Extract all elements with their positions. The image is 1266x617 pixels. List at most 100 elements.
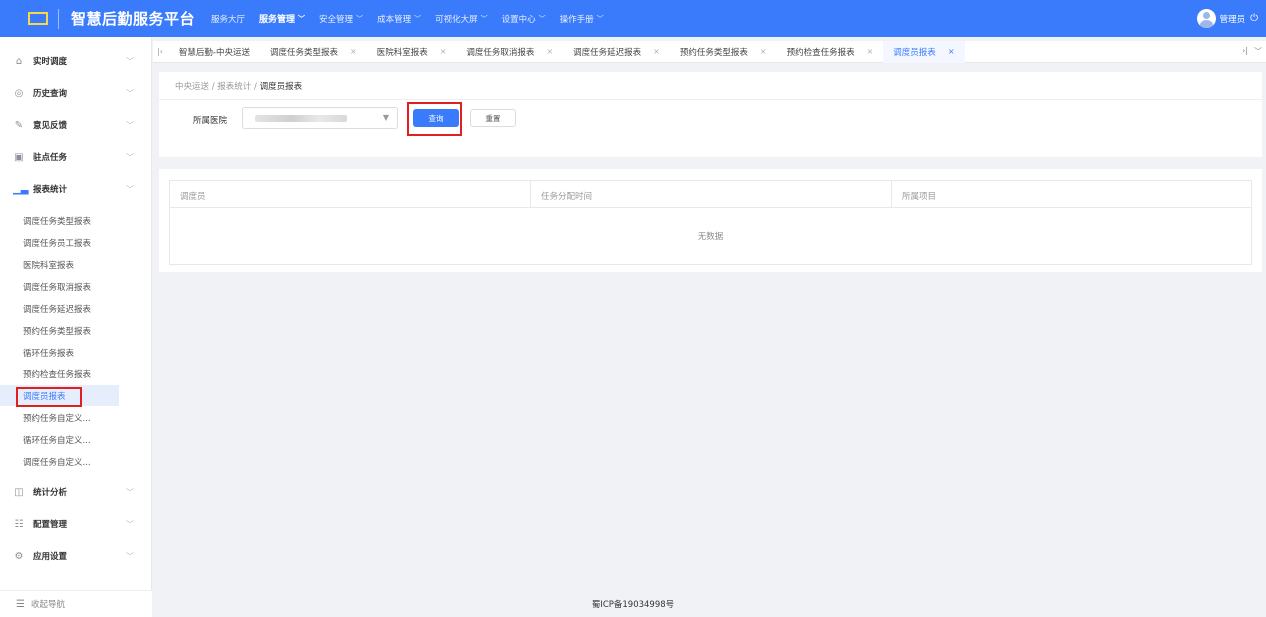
sidebar-subitem[interactable]: 调度任务类型报表 [0, 210, 119, 231]
column-divider [530, 181, 531, 208]
sidebar-item-realtime-dispatch[interactable]: ⌂ 实时调度 ﹀ [0, 45, 152, 77]
highlight-box-dispatcher-report [16, 387, 82, 407]
reset-button[interactable]: 重置 [470, 109, 516, 127]
topnav-visual-dashboard[interactable]: 可视化大屏 ﹀ [435, 12, 488, 25]
analytics-icon: ◫ [14, 486, 24, 498]
chevron-down-icon: ﹀ [298, 14, 306, 23]
table-header: 调度员 任务分配时间 所属项目 [170, 181, 1251, 208]
breadcrumb: 中央运送 / 报表统计 / 调度员报表 [175, 82, 303, 92]
breadcrumb-current: 调度员报表 [259, 82, 303, 92]
app-title: 智慧后勤服务平台 [71, 10, 196, 28]
tab[interactable]: 调度任务取消报表 × [456, 41, 563, 63]
bar-chart-icon: ▁▃ [13, 183, 29, 195]
sidebar-subitem[interactable]: 预约检查任务报表 [0, 363, 119, 384]
sidebar-subitem[interactable]: 调度任务自定义... [0, 451, 119, 472]
data-table: 调度员 任务分配时间 所属项目 无数据 [169, 180, 1252, 265]
tab-dispatcher-report[interactable]: 调度员报表 × [883, 40, 965, 63]
home-icon: ⌂ [15, 55, 23, 67]
column-divider [891, 181, 892, 208]
dropdown-arrow-icon: ▼ [382, 113, 389, 122]
sidebar-subitem[interactable]: 循环任务报表 [0, 342, 119, 363]
tabs-scroll-left-icon[interactable]: |‹ [157, 47, 163, 56]
sidebar-item-report-stats[interactable]: ▁▃ 报表统计 ﹀ [0, 173, 152, 205]
filter-panel: 中央运送 / 报表统计 / 调度员报表 所属医院 ▼ 查询 重置 [159, 72, 1262, 157]
topnav-service-management[interactable]: 服务管理 ﹀ [259, 12, 306, 26]
logo-divider [58, 8, 59, 29]
chevron-down-icon: ﹀ [126, 519, 134, 529]
table-panel: 调度员 任务分配时间 所属项目 无数据 [159, 169, 1262, 272]
tabs-scroll-right-icon[interactable]: ›| [1242, 46, 1248, 57]
collapse-icon: ☰ [16, 598, 25, 610]
sidebar-item-feedback[interactable]: ✎ 意见反馈 ﹀ [0, 109, 152, 141]
sidebar-item-config[interactable]: ☷ 配置管理 ﹀ [0, 508, 152, 540]
topnav-cost-management[interactable]: 成本管理 ﹀ [377, 12, 421, 25]
history-icon: ◎ [14, 87, 24, 99]
hospital-select[interactable]: ▼ [242, 107, 398, 129]
tab[interactable]: 预约任务类型报表 × [670, 41, 777, 63]
user-name: 管理员 [1219, 14, 1246, 25]
close-icon[interactable]: × [350, 47, 357, 56]
sidebar: ⌂ 实时调度 ﹀ ◎ 历史查询 ﹀ ✎ 意见反馈 ﹀ ▣ 驻点任务 ﹀ ▁▃ 报… [0, 37, 152, 617]
column-header-dispatcher: 调度员 [180, 192, 206, 202]
blurred-selected-value [255, 115, 347, 122]
chevron-down-icon: ﹀ [126, 56, 134, 66]
chevron-down-icon: ﹀ [480, 14, 488, 23]
collapse-nav-button[interactable]: ☰ 收起导航 [0, 590, 152, 617]
chevron-down-icon[interactable]: ﹀ [1254, 46, 1262, 57]
sidebar-item-statistics[interactable]: ◫ 统计分析 ﹀ [0, 476, 152, 508]
chevron-down-icon: ﹀ [126, 152, 134, 162]
sidebar-subitem[interactable]: 调度任务取消报表 [0, 276, 119, 297]
tab-home[interactable]: 智慧后勤-中央运送 [169, 41, 260, 63]
topnav-service-hall[interactable]: 服务大厅 [211, 12, 245, 25]
breadcrumb-root[interactable]: 中央运送 [175, 82, 209, 92]
power-icon[interactable]: ⏻ [1250, 13, 1258, 24]
sidebar-subitem[interactable]: 循环任务自定义... [0, 429, 119, 450]
close-icon[interactable]: × [653, 47, 660, 56]
logo-icon [28, 12, 48, 25]
list-config-icon: ☷ [14, 518, 24, 530]
sidebar-item-station-tasks[interactable]: ▣ 驻点任务 ﹀ [0, 141, 152, 173]
chevron-down-icon: ﹀ [356, 14, 364, 23]
chevron-down-icon: ﹀ [126, 551, 134, 561]
chevron-down-icon: ﹀ [126, 88, 134, 98]
tabs-controls: ›| ﹀ [1242, 46, 1262, 57]
tab[interactable]: 调度任务延迟报表 × [563, 41, 670, 63]
hospital-label: 所属医院 [193, 116, 228, 126]
tab[interactable]: 预约检查任务报表 × [777, 41, 884, 63]
chevron-down-icon: ﹀ [126, 184, 134, 194]
edit-icon: ✎ [14, 119, 24, 131]
tab[interactable]: 医院科室报表 × [367, 41, 457, 63]
icp-footer: 蜀ICP备19034998号 [591, 600, 675, 610]
topnav-manual[interactable]: 操作手册 ﹀ [560, 12, 604, 25]
sidebar-item-app-settings[interactable]: ⚙ 应用设置 ﹀ [0, 540, 152, 572]
user-menu[interactable]: 管理员 ⏻ [1196, 9, 1258, 28]
settings-icon: ⚙ [14, 550, 24, 562]
chevron-down-icon: ﹀ [414, 14, 422, 23]
topnav-safety-management[interactable]: 安全管理 ﹀ [319, 12, 363, 25]
close-icon[interactable]: × [760, 47, 767, 56]
sidebar-subitem[interactable]: 医院科室报表 [0, 254, 119, 275]
sidebar-subitem[interactable]: 调度任务员工报表 [0, 232, 119, 253]
sidebar-subitem[interactable]: 调度任务延迟报表 [0, 298, 119, 319]
divider [159, 99, 1262, 100]
box-icon: ▣ [14, 151, 24, 163]
highlight-box-query [407, 102, 462, 136]
sidebar-item-history-query[interactable]: ◎ 历史查询 ﹀ [0, 77, 152, 109]
empty-state: 无数据 [697, 232, 724, 242]
top-navigation-bar: 智慧后勤服务平台 服务大厅 服务管理 ﹀ 安全管理 ﹀ 成本管理 ﹀ 可视化大屏 ﹀ 设… [0, 0, 1266, 37]
tab[interactable]: 调度任务类型报表 × [260, 41, 367, 63]
sidebar-subitem[interactable]: 预约任务类型报表 [0, 320, 119, 341]
tabs-bar: |‹ 智慧后勤-中央运送 调度任务类型报表 × 医院科室报表 × 调度任务取消报表 ×… [153, 40, 1266, 63]
sidebar-subitem[interactable]: 预约任务自定义... [0, 407, 119, 428]
close-icon[interactable]: × [546, 47, 553, 56]
column-header-project: 所属项目 [902, 192, 937, 202]
breadcrumb-parent[interactable]: 报表统计 [217, 82, 251, 92]
chevron-down-icon: ﹀ [126, 120, 134, 130]
topnav-settings-center[interactable]: 设置中心 ﹀ [502, 12, 546, 25]
chevron-down-icon: ﹀ [538, 14, 546, 23]
avatar [1196, 9, 1216, 28]
close-icon[interactable]: × [440, 47, 447, 56]
close-icon[interactable]: × [867, 47, 874, 56]
close-icon[interactable]: × [948, 47, 955, 56]
top-nav: 服务大厅 服务管理 ﹀ 安全管理 ﹀ 成本管理 ﹀ 可视化大屏 ﹀ 设置中心 ﹀ 操作手册… [211, 12, 618, 26]
